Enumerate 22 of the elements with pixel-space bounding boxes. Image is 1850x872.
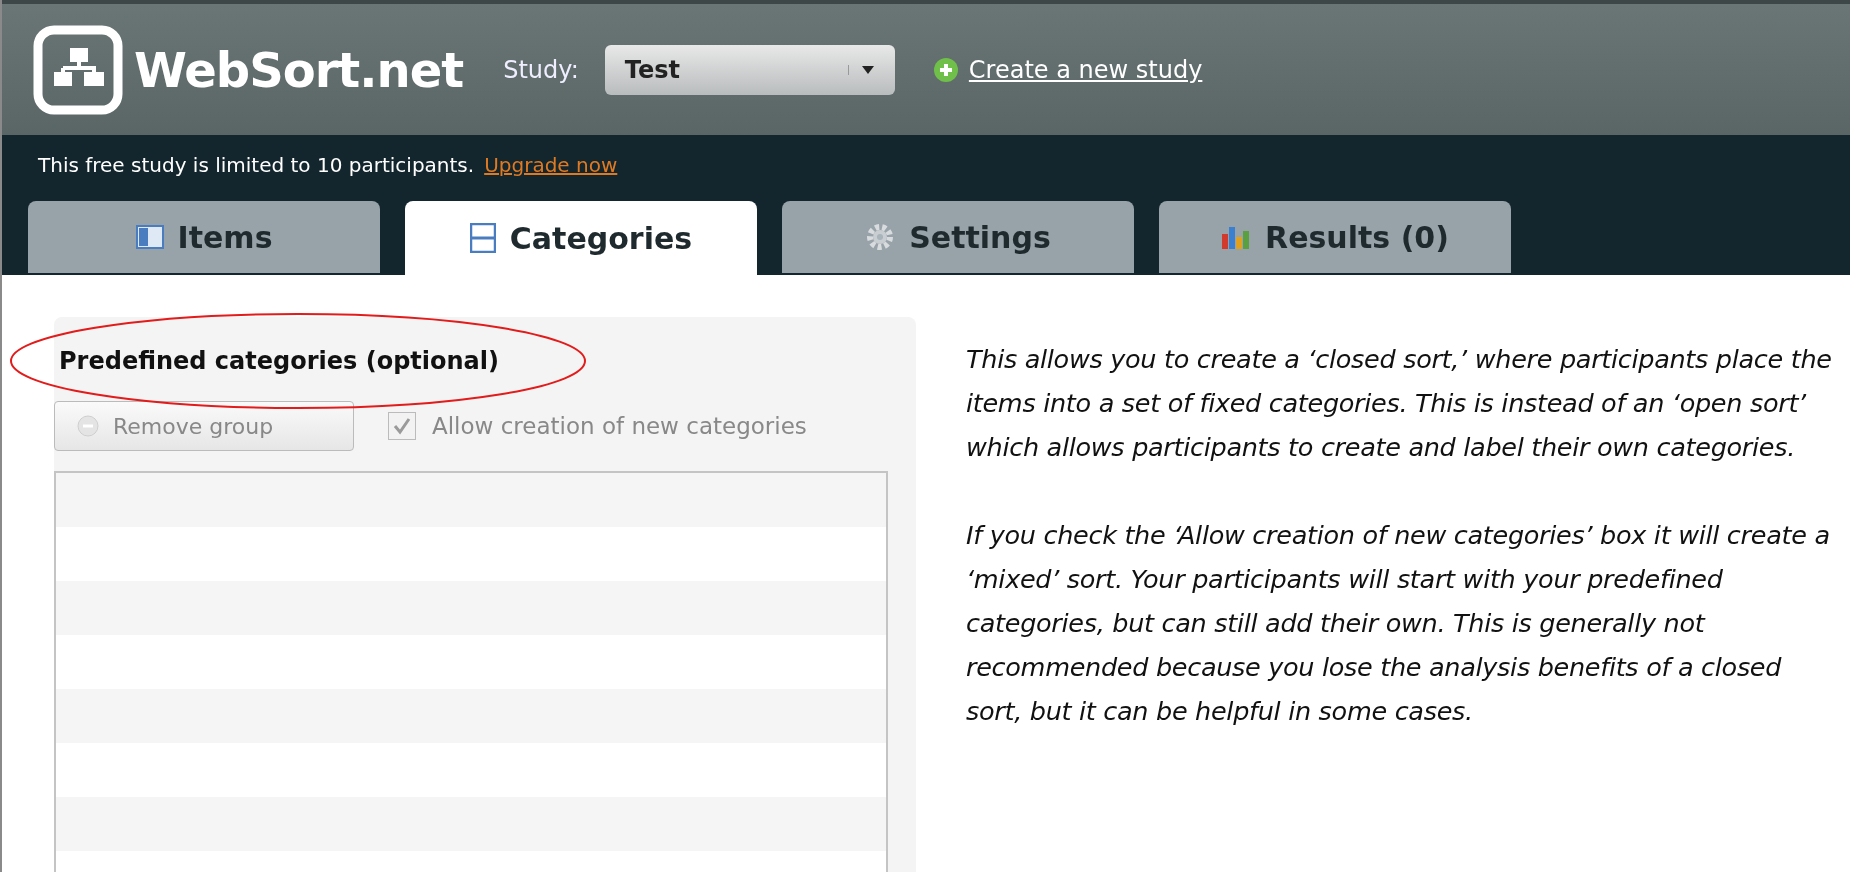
study-select[interactable]: Test [604,44,895,95]
create-study-link[interactable]: Create a new study [968,55,1203,84]
check-icon [392,416,412,436]
bar-chart-icon [1221,224,1252,250]
tab[interactable]: Results (0) [1159,201,1511,273]
tab[interactable]: Settings [782,201,1134,273]
logo-text: WebSort.net [134,41,464,98]
notice-text: This free study is limited to 10 participants. [38,153,475,177]
study-label: Study: [503,55,579,84]
tab[interactable]: Items [28,201,380,273]
panel-title: Predefined categories (optional) [59,346,500,375]
help-paragraph: If you check the ‘Allow creation of new categories’ box it will create a ‘mixed’ sort. Your participants will start with your predefined categories, but can still add their own. This is generally not recommended because you lose the analysis benefits of a closed sort, but it can be helpful in some cases. [966,519,1831,728]
upgrade-link[interactable]: Upgrade now [484,153,618,177]
columns-icon [135,225,164,249]
plus-icon [932,56,959,83]
minus-icon [77,415,99,437]
tab[interactable]: Categories [405,201,757,275]
logo-icon [32,23,124,116]
caret-icon [847,64,875,75]
help-paragraph: This allows you to create a ‘closed sort,’ where participants place the items into a set of fixed categories. This is instead of an ‘open sort’ which allows participants to create and label their own categories. [966,343,1833,464]
gear-icon [865,222,896,252]
rows-icon [469,223,496,253]
